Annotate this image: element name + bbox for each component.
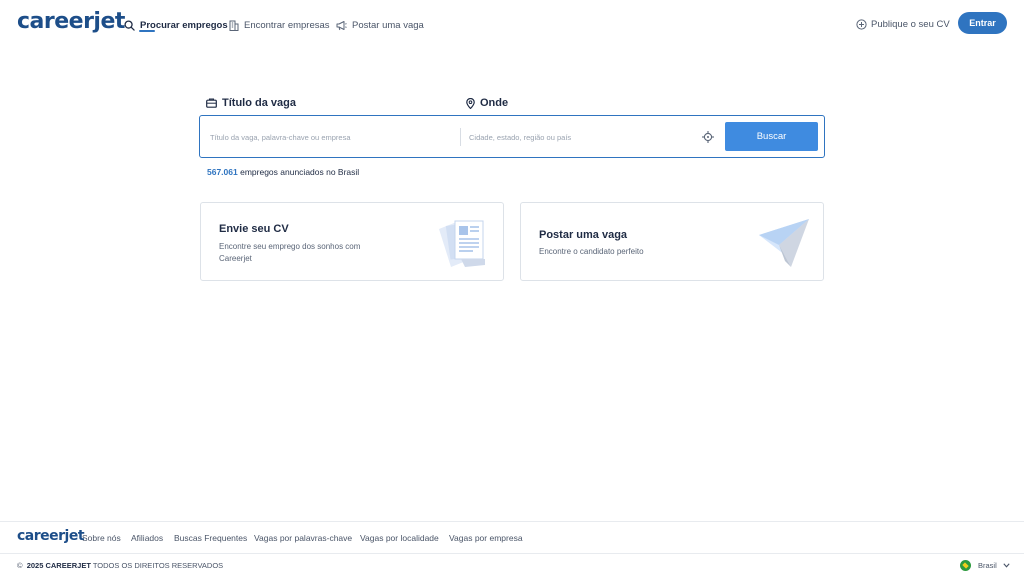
footer-divider <box>0 553 1024 554</box>
header: careerjet Procurar empregos Encontrar em… <box>0 0 1024 48</box>
briefcase-icon <box>206 98 217 108</box>
building-icon <box>229 20 239 31</box>
publish-cv-link[interactable]: Publique o seu CV <box>856 15 950 33</box>
footer-link-empresa[interactable]: Vagas por empresa <box>449 533 523 543</box>
footer-link-buscas-frequentes[interactable]: Buscas Frequentes <box>174 533 247 543</box>
chevron-down-icon <box>1003 562 1010 568</box>
copyright-brand: 2025 CAREERJET <box>26 561 91 570</box>
where-label: Onde <box>466 95 508 111</box>
login-button[interactable]: Entrar <box>958 12 1007 34</box>
job-count-text: empregos anunciados no Brasil <box>240 167 360 177</box>
cv-documents-icon <box>439 220 485 267</box>
card-description-line: Careerjet <box>219 254 252 263</box>
nav-label: Postar uma vaga <box>352 19 424 31</box>
copyright-symbol: © <box>17 561 23 570</box>
card-title: Envie seu CV <box>219 223 289 235</box>
footer-link-localidade[interactable]: Vagas por localidade <box>360 533 439 543</box>
brazil-flag-icon <box>960 559 971 571</box>
plus-circle-icon <box>856 18 867 30</box>
search-button[interactable]: Buscar <box>725 122 818 151</box>
country-label: Brasil <box>978 560 997 570</box>
card-description-line: Encontre seu emprego dos sonhos com <box>219 242 361 251</box>
card-description: Encontre seu emprego dos sonhos com Care… <box>219 241 360 265</box>
nav-procurar-empregos[interactable]: Procurar empregos <box>124 15 228 35</box>
nav-label: Procurar empregos <box>140 19 228 31</box>
search-divider <box>460 128 461 146</box>
copyright-text: TODOS OS DIREITOS RESERVADOS <box>92 561 224 570</box>
careerjet-logo[interactable]: careerjet <box>17 9 125 34</box>
nav-encontrar-empresas[interactable]: Encontrar empresas <box>229 15 330 35</box>
active-nav-indicator <box>139 30 155 32</box>
job-title-label-text: Título da vaga <box>222 97 296 109</box>
footer-divider <box>0 521 1024 522</box>
footer-link-afiliados[interactable]: Afiliados <box>131 533 163 543</box>
megaphone-icon <box>336 20 347 30</box>
copyright: © 2025 CAREERJET TODOS OS DIREITOS RESER… <box>17 561 223 570</box>
nav-postar-vaga[interactable]: Postar uma vaga <box>336 15 424 35</box>
where-label-text: Onde <box>480 97 509 109</box>
footer-link-sobre[interactable]: Sobre nós <box>82 533 121 543</box>
search-form: Buscar <box>199 115 825 158</box>
upload-cv-card[interactable]: Envie seu CV Encontre seu emprego dos so… <box>200 202 504 281</box>
publish-cv-label: Publique o seu CV <box>871 18 950 30</box>
location-pin-icon <box>466 97 475 109</box>
location-input[interactable] <box>469 128 694 146</box>
card-description: Encontre o candidato perfeito <box>539 247 644 256</box>
paper-plane-icon <box>759 219 809 267</box>
country-selector[interactable]: Brasil <box>960 559 1010 571</box>
card-title: Postar uma vaga <box>539 229 628 241</box>
crosshair-icon[interactable] <box>701 130 715 144</box>
post-job-card[interactable]: Postar uma vaga Encontre o candidato per… <box>520 202 824 281</box>
search-icon <box>124 19 135 31</box>
job-title-label: Título da vaga <box>206 95 296 111</box>
job-count-number: 567.061 <box>207 167 238 177</box>
nav-label: Encontrar empresas <box>244 19 330 31</box>
footer-link-palavras-chave[interactable]: Vagas por palavras-chave <box>254 533 352 543</box>
footer-logo[interactable]: careerjet <box>17 528 85 544</box>
job-title-input[interactable] <box>210 128 450 146</box>
job-count-stats: 567.061 empregos anunciados no Brasil <box>207 167 359 177</box>
